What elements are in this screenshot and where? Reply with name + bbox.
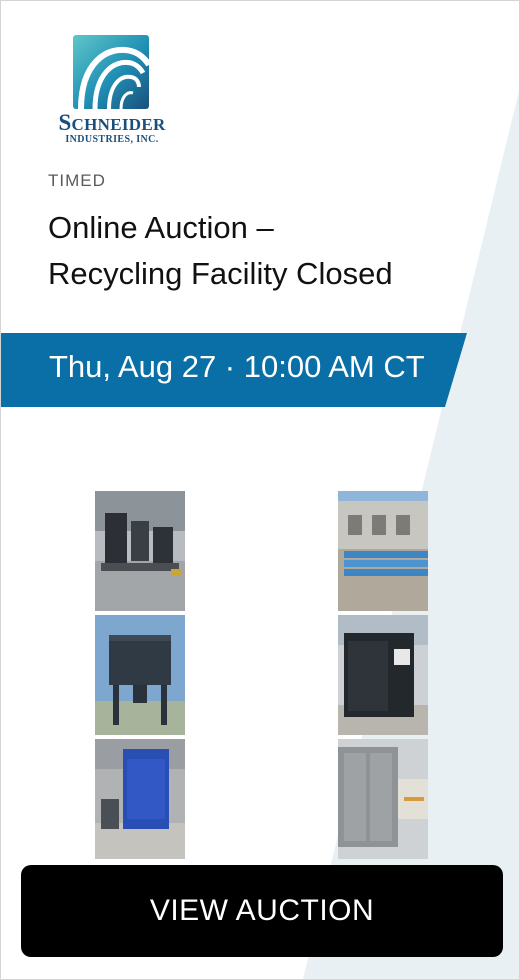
auction-date-time: Thu, Aug 27 · 10:00 AM CT [49, 349, 425, 384]
logo-swirl-icon [73, 35, 149, 109]
auction-title-line2: Recycling Facility Closed [48, 256, 393, 291]
logo-subtitle: INDUSTRIES, INC. [65, 134, 159, 145]
photo-quincy-compressor[interactable] [95, 739, 185, 859]
photo-metal-enclosure[interactable] [338, 739, 428, 859]
photo-dust-collector[interactable] [95, 615, 185, 735]
auction-type-label: TIMED [48, 171, 106, 190]
logo-name-rest: CHNEIDER [71, 115, 166, 134]
photo-industrial-machinery[interactable] [95, 491, 185, 611]
company-logo: SCHNEIDER INDUSTRIES, INC. [49, 33, 175, 153]
logo-company-name: SCHNEIDER [49, 110, 175, 135]
auction-title[interactable]: Online Auction – Recycling Facility Clos… [48, 205, 468, 297]
view-auction-button[interactable]: VIEW AUCTION [21, 865, 503, 957]
auction-title-line1: Online Auction – [48, 210, 274, 245]
photo-blue-steel-beams[interactable] [338, 491, 428, 611]
photo-generator-unit[interactable] [338, 615, 428, 735]
auction-card: SCHNEIDER INDUSTRIES, INC. TIMED Online … [0, 0, 520, 980]
logo-name-initial: S [58, 110, 72, 135]
